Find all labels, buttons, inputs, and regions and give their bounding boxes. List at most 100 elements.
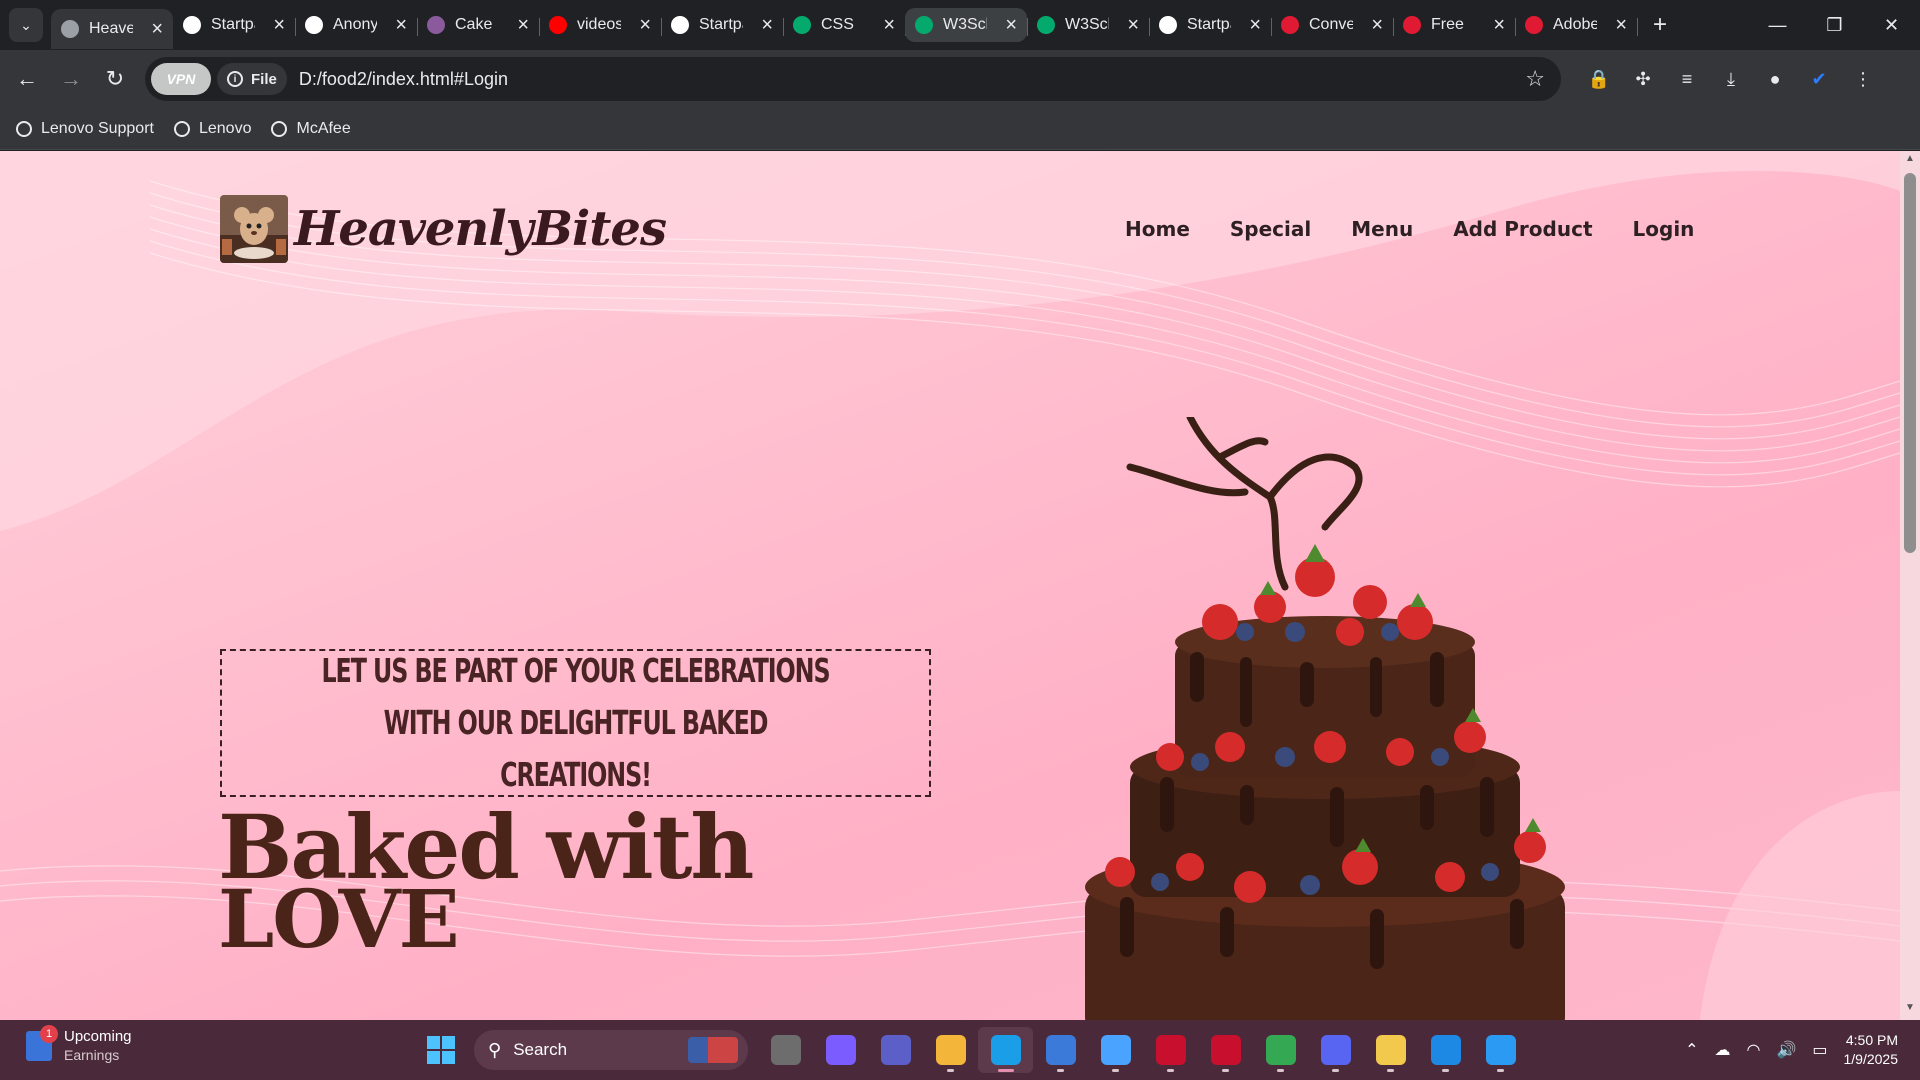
close-tab-icon[interactable]: × xyxy=(273,15,285,35)
adobe-icon xyxy=(1281,16,1299,34)
scrollbar-thumb[interactable] xyxy=(1904,173,1916,553)
browser-tab[interactable]: Convert × xyxy=(1271,8,1394,42)
close-window-button[interactable]: ✕ xyxy=(1863,0,1920,50)
info-icon: i xyxy=(227,71,243,87)
restore-button[interactable]: ❐ xyxy=(1806,0,1863,50)
close-tab-icon[interactable]: × xyxy=(639,15,651,35)
windows-logo-icon xyxy=(427,1036,455,1064)
browser-tab[interactable]: W3Schools × xyxy=(905,8,1028,42)
tab-title: CSS xyxy=(821,16,854,33)
taskbar-app-task-view[interactable] xyxy=(758,1027,813,1073)
profile-icon[interactable]: ● xyxy=(1753,57,1797,101)
vscode-icon xyxy=(1430,1035,1461,1065)
back-button[interactable]: ← xyxy=(5,57,49,101)
close-tab-icon[interactable]: × xyxy=(1615,15,1627,35)
system-tray: ⌃ ☁ ◠ 🔊 ▭ 4:50 PM 1/9/2025 xyxy=(1685,1020,1920,1080)
volume-icon[interactable]: 🔊 xyxy=(1776,1040,1796,1060)
browser-tab[interactable]: Startpage × xyxy=(1149,8,1272,42)
search-icon xyxy=(1159,16,1177,34)
download-icon[interactable]: ⤓ xyxy=(1709,57,1753,101)
taskbar-app-mcafee[interactable] xyxy=(1198,1027,1253,1073)
site-logo[interactable]: HeavenlyBites xyxy=(220,195,667,263)
new-tab-button[interactable]: + xyxy=(1643,8,1677,42)
running-indicator xyxy=(1222,1069,1229,1072)
taskbar-app-vpn-app[interactable] xyxy=(1363,1027,1418,1073)
close-tab-icon[interactable]: × xyxy=(1249,15,1261,35)
scroll-down-icon[interactable]: ▼ xyxy=(1900,1002,1920,1018)
browser-tab[interactable]: Startpage × xyxy=(661,8,784,42)
url-text[interactable]: D:/food2/index.html#Login xyxy=(299,69,508,90)
nav-home-link[interactable]: Home xyxy=(1125,217,1190,241)
taskbar-app-chrome[interactable] xyxy=(1253,1027,1308,1073)
close-tab-icon[interactable]: × xyxy=(517,15,529,35)
close-tab-icon[interactable]: × xyxy=(883,15,895,35)
taskbar-app-microsoft-store[interactable] xyxy=(1033,1027,1088,1073)
forward-button[interactable]: → xyxy=(49,57,93,101)
browser-tab[interactable]: Free × xyxy=(1393,8,1516,42)
close-tab-icon[interactable]: × xyxy=(151,19,163,39)
site-info-chip[interactable]: i File xyxy=(217,63,287,95)
app-icon-icon xyxy=(1100,1035,1131,1065)
bookmark-lenovo[interactable]: Lenovo xyxy=(173,120,251,138)
taskbar-app-paint[interactable] xyxy=(1473,1027,1528,1073)
running-indicator xyxy=(1277,1069,1284,1072)
browser-tab[interactable]: Anonymous × xyxy=(295,8,418,42)
taskbar-app-discord[interactable] xyxy=(1308,1027,1363,1073)
nav-login-link[interactable]: Login xyxy=(1633,217,1695,241)
close-tab-icon[interactable]: × xyxy=(1371,15,1383,35)
bookmark-mcafee[interactable]: McAfee xyxy=(271,120,351,138)
mcafee-icon xyxy=(1210,1035,1241,1065)
minimize-button[interactable]: — xyxy=(1749,0,1806,50)
browser-tab[interactable]: Startpage × xyxy=(173,8,296,42)
extensions-puzzle-icon[interactable]: ✣ xyxy=(1621,57,1665,101)
taskbar-app-file-explorer[interactable] xyxy=(923,1027,978,1073)
search-icon xyxy=(305,16,323,34)
vpn-badge[interactable]: VPN xyxy=(151,63,211,95)
browser-tab[interactable]: Adobe × xyxy=(1515,8,1638,42)
chevron-up-icon[interactable]: ⌃ xyxy=(1685,1040,1698,1060)
taskbar-app-edge[interactable] xyxy=(978,1027,1033,1073)
browser-tab[interactable]: videos × xyxy=(539,8,662,42)
clock[interactable]: 4:50 PM 1/9/2025 xyxy=(1844,1031,1899,1069)
browser-tab[interactable]: W3Schools × xyxy=(1027,8,1150,42)
start-button[interactable] xyxy=(418,1027,464,1073)
nav-special-link[interactable]: Special xyxy=(1230,217,1311,241)
taskbar-app-mcafee[interactable] xyxy=(1143,1027,1198,1073)
taskbar-search[interactable]: ⚲ Search xyxy=(474,1030,748,1070)
tab-search-button[interactable]: ⌄ xyxy=(9,8,43,42)
reload-button[interactable]: ↻ xyxy=(93,57,137,101)
browser-tab[interactable]: Cake × xyxy=(417,8,540,42)
page-scrollbar[interactable]: ▲ ▼ xyxy=(1900,151,1920,1020)
forward-arrow-icon: → xyxy=(60,66,82,91)
news-widget[interactable]: 1 Upcoming Earnings xyxy=(26,1025,132,1064)
tagline-text: Let us be part of your celebrations with… xyxy=(321,651,830,794)
battery-icon[interactable]: ▭ xyxy=(1812,1040,1827,1060)
more-menu-icon[interactable]: ⋮ xyxy=(1841,57,1885,101)
nav-menu-link[interactable]: Menu xyxy=(1351,217,1413,241)
adobe-icon xyxy=(1525,16,1543,34)
bookmark-lenovo-support[interactable]: Lenovo Support xyxy=(16,120,154,138)
scroll-up-icon[interactable]: ▲ xyxy=(1900,153,1920,169)
taskbar-app-copilot[interactable] xyxy=(813,1027,868,1073)
w3schools-icon xyxy=(793,16,811,34)
wifi-icon[interactable]: ◠ xyxy=(1746,1040,1760,1060)
taskbar-app-app-icon[interactable] xyxy=(1088,1027,1143,1073)
nav-add-product-link[interactable]: Add Product xyxy=(1453,217,1592,241)
close-tab-icon[interactable]: × xyxy=(1005,15,1017,35)
taskbar-app-vscode[interactable] xyxy=(1418,1027,1473,1073)
browser-tab[interactable]: HeavenlyBites × xyxy=(51,9,173,49)
security-shield-icon[interactable]: ✔ xyxy=(1797,57,1841,101)
taskbar-app-teams[interactable] xyxy=(868,1027,923,1073)
close-tab-icon[interactable]: × xyxy=(761,15,773,35)
close-tab-icon[interactable]: × xyxy=(1493,15,1505,35)
close-tab-icon[interactable]: × xyxy=(1127,15,1139,35)
cloud-icon[interactable]: ☁ xyxy=(1714,1040,1730,1060)
password-manager-icon[interactable]: 🔒 xyxy=(1577,57,1621,101)
address-bar[interactable]: VPN i File D:/food2/index.html#Login ☆ xyxy=(145,57,1561,101)
globe-icon xyxy=(16,120,32,137)
close-tab-icon[interactable]: × xyxy=(395,15,407,35)
browser-tab[interactable]: CSS × xyxy=(783,8,906,42)
bookmark-star-icon[interactable]: ☆ xyxy=(1525,66,1545,92)
media-control-icon[interactable]: ≡ xyxy=(1665,57,1709,101)
tab-title: W3Schools xyxy=(1065,16,1109,33)
